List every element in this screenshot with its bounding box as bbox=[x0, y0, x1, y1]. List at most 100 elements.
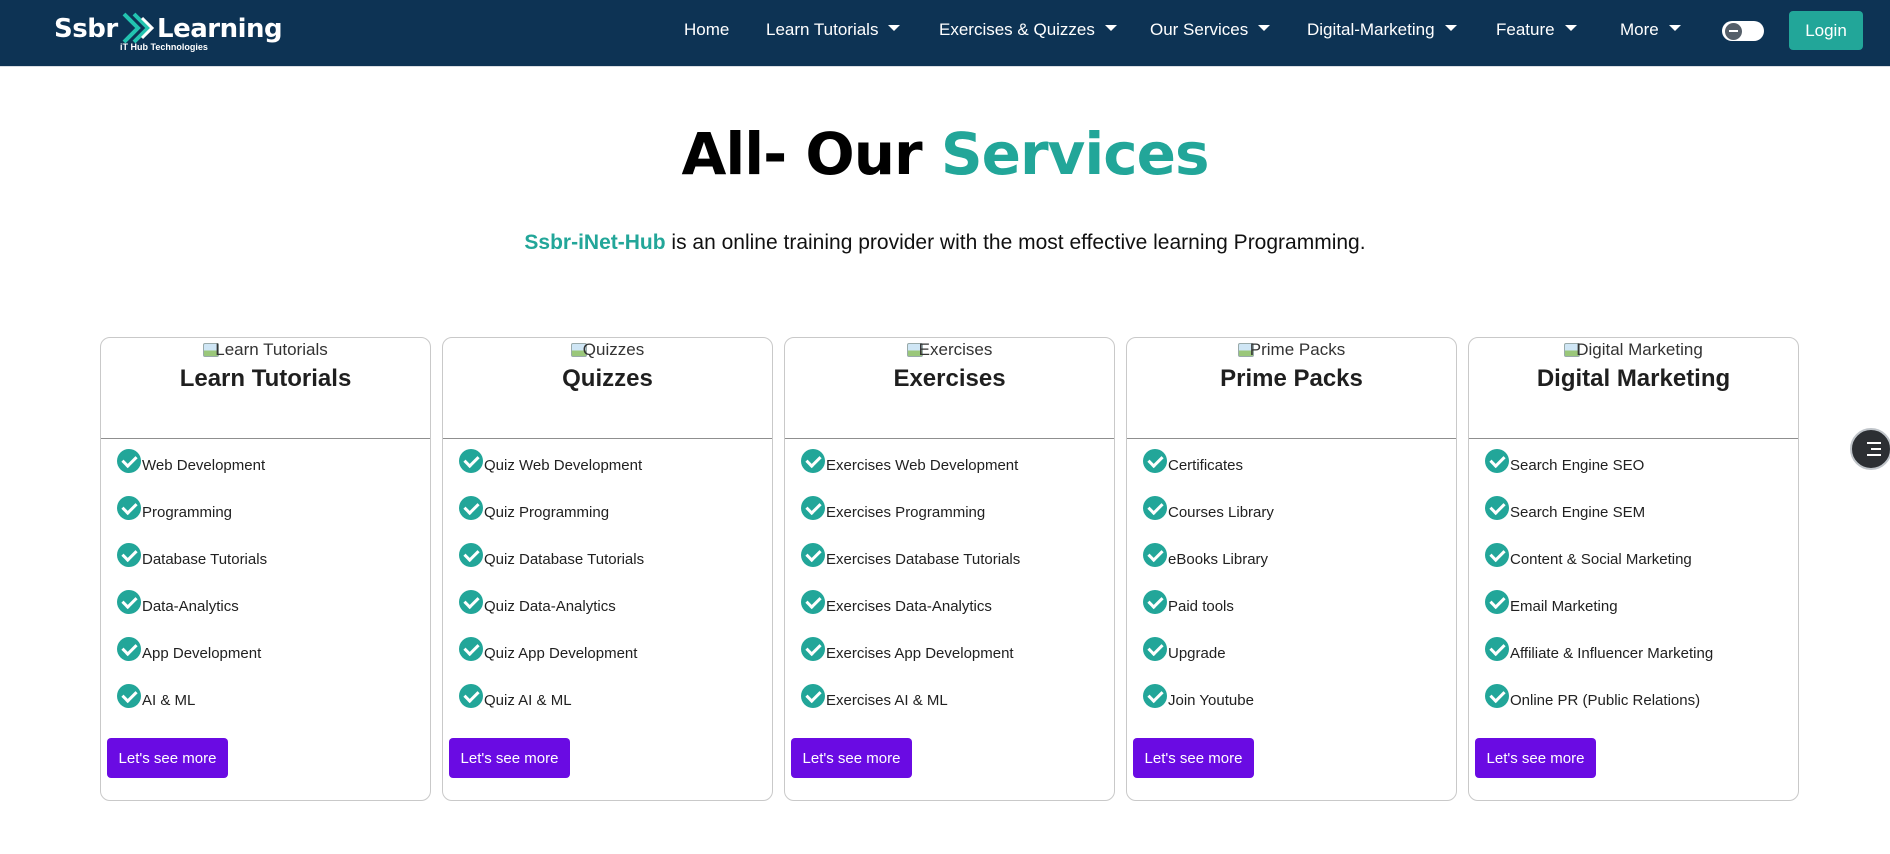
card-image-alt: Quizzes bbox=[582, 340, 645, 359]
sliders-bar bbox=[1867, 442, 1881, 444]
nav-home[interactable]: Home bbox=[684, 20, 729, 40]
see-more-button[interactable]: Let's see more bbox=[107, 738, 228, 778]
nav-exercises-quizzes[interactable]: Exercises & Quizzes bbox=[939, 20, 1117, 40]
card-title: Digital Marketing bbox=[1536, 365, 1731, 392]
list-item: Data-Analytics bbox=[117, 590, 267, 637]
check-circle-icon bbox=[117, 449, 141, 473]
check-circle-icon bbox=[117, 684, 141, 708]
theme-toggle[interactable] bbox=[1722, 21, 1764, 41]
list-item: Search Engine SEM bbox=[1485, 496, 1713, 543]
page-title: All- Our Services bbox=[0, 120, 1890, 188]
nav-more-label: More bbox=[1620, 20, 1659, 39]
sliders-bar bbox=[1867, 454, 1881, 456]
card-header: Exercises Exercises bbox=[785, 338, 1114, 439]
list-item: Quiz Database Tutorials bbox=[459, 543, 644, 590]
check-circle-icon bbox=[117, 543, 141, 567]
brand-logo[interactable]: Ssbr Learning iT Hub Technologies bbox=[54, 8, 284, 56]
card-image-alt: Exercises bbox=[918, 340, 993, 359]
list-item: Email Marketing bbox=[1485, 590, 1713, 637]
card-feature-list: Quiz Web Development Quiz Programming Qu… bbox=[459, 449, 644, 731]
check-circle-icon bbox=[801, 543, 825, 567]
check-circle-icon bbox=[801, 637, 825, 661]
list-item-label: Join Youtube bbox=[1168, 692, 1254, 709]
list-item: Exercises Data-Analytics bbox=[801, 590, 1020, 637]
list-item-label: Quiz Database Tutorials bbox=[484, 551, 645, 568]
list-item: Join Youtube bbox=[1143, 684, 1274, 731]
check-circle-icon bbox=[1485, 637, 1509, 661]
list-item-label: Quiz AI & ML bbox=[484, 692, 572, 709]
card-feature-list: Web Development Programming Database Tut… bbox=[117, 449, 267, 731]
nav-our-services[interactable]: Our Services bbox=[1150, 20, 1271, 40]
subtitle-text: is an online training provider with the … bbox=[665, 231, 1366, 254]
navbar: Ssbr Learning iT Hub Technologies Home L… bbox=[0, 0, 1890, 67]
list-item: Exercises Database Tutorials bbox=[801, 543, 1020, 590]
check-circle-icon bbox=[459, 496, 483, 520]
card-image: Digital Marketing bbox=[1469, 340, 1798, 360]
service-card-learn-tutorials: Learn Tutorials Learn Tutorials Web Deve… bbox=[100, 337, 431, 801]
nav-our-services-label: Our Services bbox=[1150, 20, 1249, 39]
card-image-alt: Digital Marketing bbox=[1576, 340, 1703, 359]
check-circle-icon bbox=[1143, 543, 1167, 567]
card-image: Quizzes bbox=[443, 340, 772, 360]
list-item-label: Online PR (Public Relations) bbox=[1510, 692, 1701, 709]
check-circle-icon bbox=[1143, 496, 1167, 520]
check-circle-icon bbox=[1485, 496, 1509, 520]
see-more-button[interactable]: Let's see more bbox=[791, 738, 912, 778]
list-item: Exercises Web Development bbox=[801, 449, 1020, 496]
service-card-exercises: Exercises Exercises Exercises Web Develo… bbox=[784, 337, 1115, 801]
check-circle-icon bbox=[1143, 590, 1167, 614]
card-title: Quizzes bbox=[562, 365, 653, 392]
card-feature-list: Certificates Courses Library eBooks Libr… bbox=[1143, 449, 1274, 731]
card-image-alt: Prime Packs bbox=[1249, 340, 1346, 359]
see-more-button[interactable]: Let's see more bbox=[449, 738, 570, 778]
list-item-label: Search Engine SEO bbox=[1510, 457, 1645, 474]
list-item-label: Affiliate & Influencer Marketing bbox=[1510, 645, 1714, 662]
list-item-label: Content & Social Marketing bbox=[1510, 551, 1692, 568]
sliders-icon[interactable] bbox=[1850, 428, 1890, 470]
card-image: Exercises bbox=[785, 340, 1114, 360]
list-item-label: Exercises App Development bbox=[826, 645, 1014, 662]
list-item-label: Exercises Programming bbox=[826, 504, 986, 521]
nav-more[interactable]: More bbox=[1620, 20, 1681, 40]
card-header: Quizzes Quizzes bbox=[443, 338, 772, 439]
caret-down-icon bbox=[1564, 25, 1577, 31]
list-item-label: App Development bbox=[142, 645, 262, 662]
see-more-button[interactable]: Let's see more bbox=[1133, 738, 1254, 778]
list-item-label: Data-Analytics bbox=[142, 598, 239, 615]
caret-down-icon bbox=[1104, 25, 1117, 31]
list-item-label: Upgrade bbox=[1168, 645, 1226, 662]
list-item-label: Quiz Programming bbox=[484, 504, 610, 521]
list-item: Web Development bbox=[117, 449, 267, 496]
list-item-label: eBooks Library bbox=[1168, 551, 1269, 568]
check-circle-icon bbox=[117, 637, 141, 661]
list-item: Quiz Programming bbox=[459, 496, 644, 543]
list-item: Quiz Data-Analytics bbox=[459, 590, 644, 637]
see-more-button[interactable]: Let's see more bbox=[1475, 738, 1596, 778]
nav-exercises-quizzes-label: Exercises & Quizzes bbox=[939, 20, 1095, 39]
check-circle-icon bbox=[459, 543, 483, 567]
nav-home-label: Home bbox=[684, 20, 730, 39]
check-circle-icon bbox=[459, 684, 483, 708]
nav-learn-tutorials[interactable]: Learn Tutorials bbox=[766, 20, 901, 40]
list-item: Exercises AI & ML bbox=[801, 684, 1020, 731]
list-item-label: Email Marketing bbox=[1510, 598, 1618, 615]
list-item: Certificates bbox=[1143, 449, 1274, 496]
list-item-label: Quiz Web Development bbox=[484, 457, 643, 474]
page-subtitle: Ssbr-iNet-Hub is an online training prov… bbox=[0, 231, 1890, 255]
caret-down-icon bbox=[1258, 25, 1271, 31]
check-circle-icon bbox=[459, 449, 483, 473]
page-title-main: All- Our bbox=[681, 120, 941, 188]
service-card-digital-marketing: Digital Marketing Digital Marketing Sear… bbox=[1468, 337, 1799, 801]
card-header: Prime Packs Prime Packs bbox=[1127, 338, 1456, 439]
login-button[interactable]: Login bbox=[1789, 11, 1863, 50]
check-circle-icon bbox=[1485, 543, 1509, 567]
list-item: Courses Library bbox=[1143, 496, 1274, 543]
card-image: Learn Tutorials bbox=[101, 340, 430, 360]
nav-digital-marketing[interactable]: Digital-Marketing bbox=[1307, 20, 1457, 40]
list-item-label: Quiz App Development bbox=[484, 645, 638, 662]
check-circle-icon bbox=[459, 590, 483, 614]
list-item-label: Exercises Database Tutorials bbox=[826, 551, 1021, 568]
nav-feature[interactable]: Feature bbox=[1496, 20, 1577, 40]
list-item-label: Database Tutorials bbox=[142, 551, 268, 568]
list-item-label: Web Development bbox=[142, 457, 266, 474]
